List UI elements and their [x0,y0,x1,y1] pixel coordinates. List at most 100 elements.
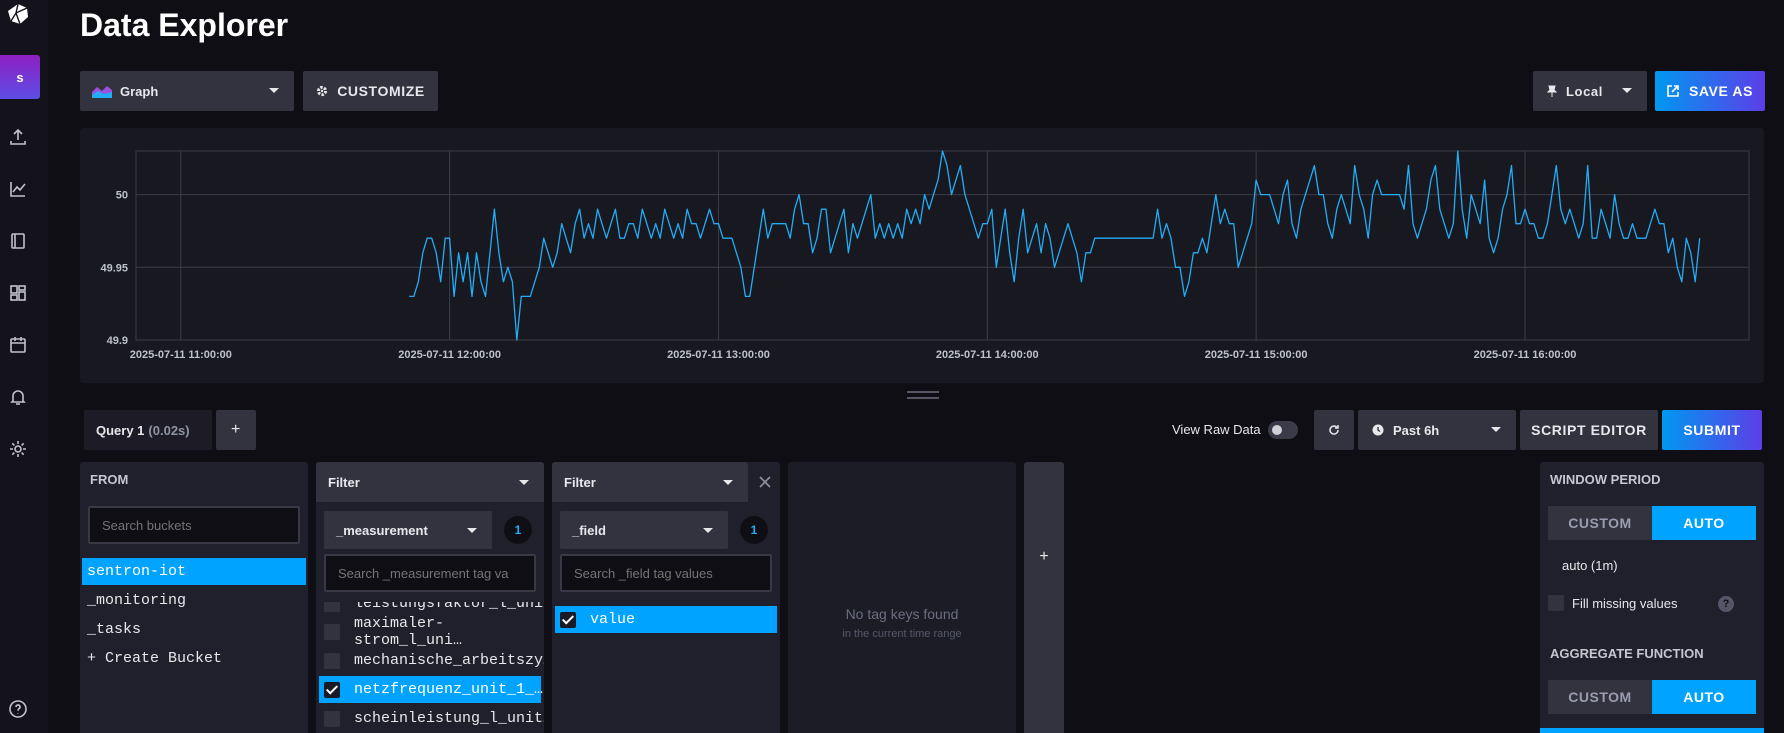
measurement-search-input[interactable] [324,554,536,592]
view-raw-data-toggle[interactable] [1268,421,1298,439]
bucket-item-monitoring[interactable]: _monitoring [82,587,306,614]
alerts-bell-icon[interactable] [8,387,28,407]
x-tick-label: 2025-07-11 16:00:00 [1474,349,1577,361]
create-bucket-link[interactable]: + Create Bucket [82,645,306,672]
query-tab[interactable]: Query 1 (0.02s) [84,410,212,450]
upload-icon[interactable] [8,127,28,147]
bucket-search-input[interactable] [88,506,300,544]
tag-key-dropdown[interactable]: _measurement [324,511,492,549]
submit-button[interactable]: SUBMIT [1662,410,1762,450]
list-item-label: maximaler-strom_l_uni… [354,614,463,649]
settings-gear-icon[interactable] [8,439,28,459]
filter-function-dropdown[interactable]: Filter [316,462,544,502]
query-tab-label: Query 1 [96,422,145,438]
aggregate-custom-button[interactable]: CUSTOM [1548,680,1652,714]
view-raw-data-label: View Raw Data [1172,422,1261,437]
list-item[interactable]: maximaler-strom_l_uni… [319,615,541,649]
aggregate-function-heading: AGGREGATE FUNCTION [1550,646,1704,661]
aggregate-auto-button[interactable]: AUTO [1652,680,1756,714]
refresh-button[interactable] [1314,410,1354,450]
left-nav: s [0,0,48,733]
bucket-item-sentron-iot[interactable]: sentron-iot [82,558,306,585]
window-auto-button[interactable]: AUTO [1652,506,1756,540]
close-icon[interactable] [759,476,771,488]
x-tick-label: 2025-07-11 15:00:00 [1205,349,1308,361]
visualization-type-label: Graph [120,83,159,99]
influx-logo-icon[interactable] [6,2,30,26]
list-item-label: scheinleistung_l_unit… [354,710,544,727]
help-icon[interactable] [8,699,28,719]
y-tick-label: 49.95 [100,262,128,274]
add-filter-button[interactable]: + [1024,462,1064,733]
notebooks-icon[interactable] [8,231,28,251]
tasks-calendar-icon[interactable] [8,335,28,355]
aggregate-options-panel: WINDOW PERIOD CUSTOM AUTO auto (1m) Fill… [1540,462,1764,733]
chevron-down-icon [467,528,477,533]
field-search-input[interactable] [560,554,772,592]
fill-missing-label: Fill missing values [1572,595,1678,611]
time-range-label: Past 6h [1393,422,1440,438]
filter-heading: Filter [564,474,596,490]
gear-icon [317,85,328,97]
checkbox-checked-icon [324,681,340,698]
x-tick-label: 2025-07-11 12:00:00 [398,349,501,361]
chevron-down-icon [519,480,529,485]
from-heading: FROM [90,472,129,487]
tag-key-label: _measurement [336,522,428,538]
script-editor-button[interactable]: SCRIPT EDITOR [1520,410,1658,450]
selected-count-badge: 1 [740,516,768,544]
window-custom-button[interactable]: CUSTOM [1548,506,1652,540]
query-tab-time: (0.02s) [148,422,190,438]
visualization-type-dropdown[interactable]: Graph [80,71,294,111]
list-item-label: value [590,611,636,628]
empty-state-title: No tag keys found [845,606,959,622]
org-avatar[interactable]: s [0,55,40,99]
empty-tag-panel: No tag keys found in the current time ra… [788,462,1016,733]
chevron-down-icon [703,528,713,533]
list-item[interactable]: scheinleistung_l_unit… [319,705,544,732]
refresh-icon [1329,425,1339,435]
chevron-down-icon [1622,88,1632,93]
filter-panel-measurement: Filter _measurement 1 leistungsfaktor_l_… [316,462,544,733]
export-icon [1667,85,1679,97]
timezone-label: Local [1566,83,1603,99]
list-item-label: leistungsfaktor_l_unit_ [354,602,544,612]
window-period-heading: WINDOW PERIOD [1550,472,1661,487]
time-range-dropdown[interactable]: Past 6h [1358,410,1516,450]
dashboards-icon[interactable] [8,283,28,303]
y-tick-label: 50 [116,190,128,202]
chevron-down-icon [269,88,279,93]
resize-handle[interactable] [907,391,939,399]
measurement-list[interactable]: leistungsfaktor_l_unit_ maximaler-strom_… [316,602,544,733]
pin-icon [1547,85,1557,97]
tag-key-label: _field [572,522,606,538]
tag-key-dropdown[interactable]: _field [560,511,728,549]
line-chart[interactable]: 50 49.95 49.92025-07-11 11:00:00 2025-07-11… [80,128,1764,383]
x-tick-label: 2025-07-11 13:00:00 [667,349,770,361]
x-tick-label: 2025-07-11 11:00:00 [130,349,232,361]
customize-label: CUSTOMIZE [337,83,425,99]
series-line [409,150,1701,341]
bucket-item-tasks[interactable]: _tasks [82,616,306,643]
filter-heading: Filter [328,474,360,490]
window-period-value: auto (1m) [1562,558,1618,573]
graph-type-icon [92,86,112,98]
customize-button[interactable]: CUSTOMIZE [303,71,438,111]
checkbox-checked-icon [560,611,576,628]
checkbox-icon [1548,595,1564,611]
graph-panel: 50 49.95 49.9 2025-07-11 11:00:00 2025-07-11… [80,128,1764,383]
data-explorer-icon[interactable] [8,179,28,199]
save-as-button[interactable]: SAVE AS [1655,71,1765,111]
timezone-dropdown[interactable]: Local [1533,71,1647,111]
x-tick-label: 2025-07-11 14:00:00 [936,349,1039,361]
add-query-button[interactable]: + [216,410,256,450]
help-icon[interactable]: ? [1718,596,1734,612]
fill-missing-checkbox[interactable]: Fill missing values [1548,595,1677,611]
list-item[interactable]: mechanische_arbeitszy… [319,647,544,674]
selected-count-badge: 1 [504,516,532,544]
y-tick-label: 49.9 [107,335,128,347]
aggregate-list-item-selected[interactable] [1540,728,1764,733]
list-item-selected[interactable]: netzfrequenz_unit_1_… [319,676,543,703]
list-item-selected[interactable]: value [555,606,777,633]
filter-function-dropdown[interactable]: Filter [552,462,748,502]
